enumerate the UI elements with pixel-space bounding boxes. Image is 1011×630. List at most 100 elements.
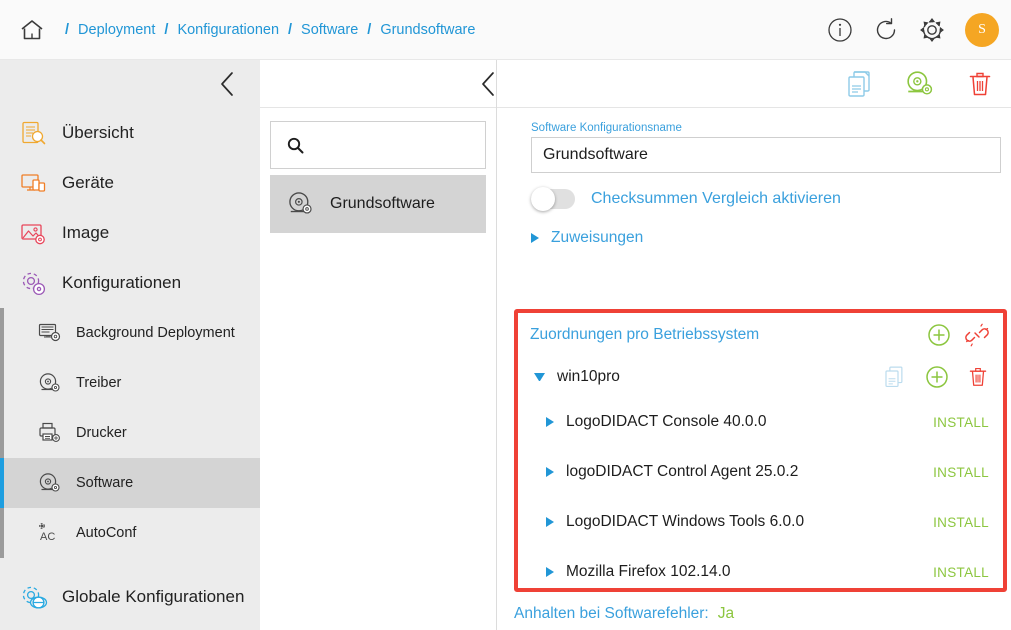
sidebar-subgroup-konfigurationen: Background Deployment Treiber Drucker So… [0,308,260,558]
sidebar-item-uebersicht[interactable]: Übersicht [0,108,260,158]
sidebar-item-autoconf[interactable]: AC AutoConf [0,508,260,558]
os-assignments-title: Zuordnungen pro Betriebssystem [530,326,760,343]
software-error-setting: Anhalten bei Softwarefehler: Ja [514,605,734,623]
sidebar-item-label: Background Deployment [76,325,235,341]
devices-icon [16,168,50,198]
package-row[interactable]: Mozilla Firefox 102.14.0 INSTALL [518,547,1003,597]
chevron-down-icon[interactable] [534,373,545,381]
chevron-left-icon [482,71,494,96]
search-input[interactable] [314,137,464,153]
sidebar-item-label: Konfigurationen [62,273,182,292]
top-bar-actions: S [823,0,999,60]
software-disc-icon [36,471,64,495]
back-button[interactable] [471,67,505,101]
sidebar-item-label: Übersicht [62,123,134,142]
home-icon[interactable] [14,12,50,48]
software-error-value[interactable]: Ja [718,605,734,623]
sidebar-item-drucker[interactable]: Drucker [0,408,260,458]
breadcrumb: / Deployment / Konfigurationen / Softwar… [56,22,475,38]
sidebar-item-konfigurationen[interactable]: Konfigurationen [0,258,260,308]
sidebar-item-software[interactable]: Software [0,458,260,508]
sidebar-item-geraete[interactable]: Geräte [0,158,260,208]
list-panel-header [260,60,496,108]
driver-disc-icon [36,371,64,395]
copy-os-icon[interactable] [883,365,907,389]
config-name-input[interactable]: Grundsoftware [531,137,1001,173]
unlink-icon[interactable] [965,323,989,347]
package-action: INSTALL [933,564,989,580]
assignments-section-header[interactable]: Zuweisungen [531,229,999,247]
sidebar-item-label: Geräte [62,173,114,192]
delete-os-icon[interactable] [967,365,989,389]
toggle-knob [531,187,555,211]
breadcrumb-item-grundsoftware[interactable]: Grundsoftware [380,22,475,38]
breadcrumb-item-software[interactable]: Software [301,22,358,38]
detail-toolbar [843,60,997,108]
package-name: LogoDIDACT Console 40.0.0 [566,413,767,430]
package-row[interactable]: LogoDIDACT Console 40.0.0 INSTALL [518,397,1003,447]
add-os-icon[interactable] [927,323,951,347]
sidebar-item-background-deployment[interactable]: Background Deployment [0,308,260,358]
copy-config-icon[interactable] [843,67,877,101]
chevron-right-icon[interactable] [546,567,554,577]
sidebar-item-label: Software [76,475,134,491]
sidebar-item-image[interactable]: Image [0,208,260,258]
config-name-label: Software Konfigurationsname [531,122,682,134]
printer-icon [36,421,64,445]
avatar[interactable]: S [965,13,999,47]
chevron-right-icon[interactable] [546,517,554,527]
breadcrumb-item-deployment[interactable]: Deployment [78,22,155,38]
chevron-right-icon[interactable] [546,417,554,427]
package-row[interactable]: logoDIDACT Control Agent 25.0.2 INSTALL [518,447,1003,497]
sidebar-item-label: Drucker [76,425,127,441]
software-disc-icon[interactable] [903,67,937,101]
image-icon [16,218,50,248]
autoconf-icon: AC [36,521,64,545]
os-assignments-panel: Zuordnungen pro Betriebssystem win10pro … [514,309,1007,592]
sidebar-item-label: Image [62,223,110,242]
add-package-icon[interactable] [925,365,949,389]
detail-header [482,60,1011,108]
sidebar: Übersicht Geräte Image Konfigurationen B… [0,60,260,630]
chevron-left-icon [221,72,233,96]
background-deployment-icon [36,321,64,345]
search-icon [287,137,304,154]
config-gear-icon [16,268,50,298]
breadcrumb-separator: / [367,21,372,38]
sidebar-collapse-button[interactable] [0,60,260,108]
breadcrumb-item-konfigurationen[interactable]: Konfigurationen [177,22,279,38]
chevron-right-icon [531,233,539,243]
package-action: INSTALL [933,464,989,480]
gear-icon[interactable] [915,13,949,47]
software-disc-icon [286,190,316,218]
os-group-name: win10pro [557,368,620,385]
chevron-right-icon[interactable] [546,467,554,477]
config-name-field-group: Software Konfigurationsname Grundsoftwar… [531,122,1001,173]
detail-body: Software Konfigurationsname Grundsoftwar… [497,108,1011,630]
overview-icon [16,118,50,148]
os-assignments-header: Zuordnungen pro Betriebssystem [518,313,1003,357]
search-box[interactable] [270,121,486,169]
detail-panel: Software Konfigurationsname Grundsoftwar… [482,60,1011,630]
sidebar-item-globale-konfigurationen[interactable]: Globale Konfigurationen [0,572,260,622]
info-icon[interactable] [823,13,857,47]
os-group-row-win10pro[interactable]: win10pro [518,357,1003,397]
package-name: logoDIDACT Control Agent 25.0.2 [566,463,799,480]
package-action: INSTALL [933,514,989,530]
sidebar-item-label: Globale Konfigurationen [62,587,245,606]
software-error-label: Anhalten bei Softwarefehler: [514,605,709,622]
global-config-icon [16,582,50,612]
sidebar-item-treiber[interactable]: Treiber [0,358,260,408]
breadcrumb-separator: / [65,21,70,38]
checksum-toggle-label[interactable]: Checksummen Vergleich aktivieren [591,190,841,208]
package-name: Mozilla Firefox 102.14.0 [566,563,731,580]
breadcrumb-separator: / [288,21,293,38]
refresh-icon[interactable] [869,13,903,47]
breadcrumb-separator: / [164,21,169,38]
delete-icon[interactable] [963,67,997,101]
list-item-grundsoftware[interactable]: Grundsoftware [270,175,486,233]
checksum-toggle[interactable] [531,187,575,211]
package-row[interactable]: LogoDIDACT Windows Tools 6.0.0 INSTALL [518,497,1003,547]
assignments-section-label: Zuweisungen [551,229,644,246]
sidebar-item-label: AutoConf [76,525,137,541]
